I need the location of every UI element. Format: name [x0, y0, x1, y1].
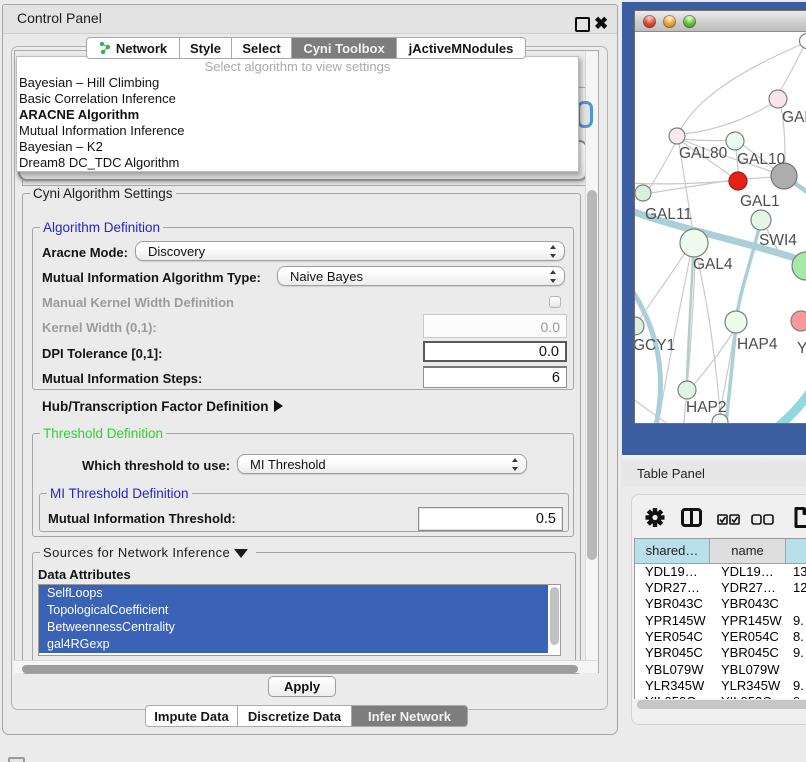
svg-text:HAP2: HAP2 [686, 399, 727, 416]
svg-text:GAL10: GAL10 [737, 151, 786, 168]
svg-text:GAL4: GAL4 [693, 256, 733, 273]
svg-text:GAL11: GAL11 [645, 206, 692, 223]
svg-text:SWI4: SWI4 [759, 232, 797, 249]
svg-text:GCY1: GCY1 [635, 337, 675, 354]
svg-text:Y: Y [797, 340, 806, 357]
svg-text:GAL1: GAL1 [740, 193, 780, 210]
svg-text:HAP4: HAP4 [737, 336, 778, 353]
svg-text:GAL7: GAL7 [782, 109, 806, 126]
svg-text:GAL80: GAL80 [679, 145, 728, 162]
